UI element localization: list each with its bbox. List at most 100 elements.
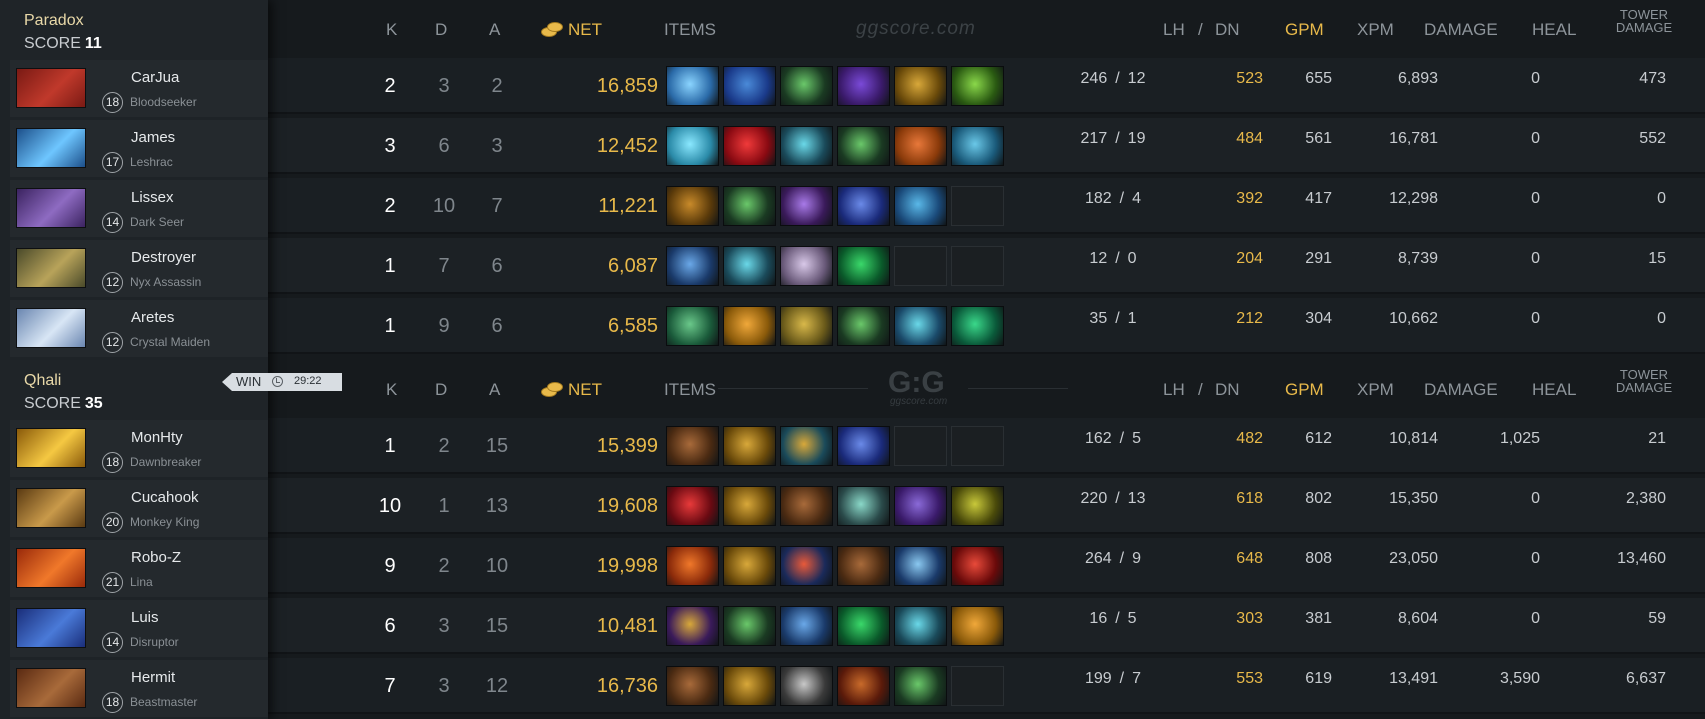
empty-item-slot[interactable] [951,666,1004,706]
net-worth-value: 19,608 [596,495,658,517]
item-icon[interactable] [837,246,890,286]
item-icon[interactable] [723,186,776,226]
denies-value: 7 [1132,670,1142,687]
watermark-logo: G:G [888,366,945,399]
item-icon[interactable] [780,246,833,286]
item-icon[interactable] [723,306,776,346]
item-icon[interactable] [894,606,947,646]
empty-item-slot[interactable] [951,186,1004,226]
item-icon[interactable] [837,66,890,106]
item-icon[interactable] [723,126,776,166]
player-card[interactable]: James 17 Leshrac [10,120,268,177]
item-icon[interactable] [894,546,947,586]
item-icon[interactable] [780,306,833,346]
player-name[interactable]: Cucahook [131,489,199,506]
item-icon[interactable] [837,186,890,226]
item-icon[interactable] [837,606,890,646]
player-name[interactable]: Robo-Z [131,549,181,566]
empty-item-slot[interactable] [894,426,947,466]
player-card[interactable]: MonHty 18 Dawnbreaker [10,420,268,477]
last-hits-value: 217 [1080,130,1108,147]
player-name[interactable]: Lissex [131,189,174,206]
player-card[interactable]: Cucahook 20 Monkey King [10,480,268,537]
player-name[interactable]: Aretes [131,309,174,326]
item-icon[interactable] [780,186,833,226]
item-icon[interactable] [837,486,890,526]
item-icon[interactable] [780,486,833,526]
lh-dn-value: 162 / 5 [1058,430,1168,448]
empty-item-slot[interactable] [951,246,1004,286]
item-icon[interactable] [837,666,890,706]
item-icon[interactable] [780,606,833,646]
player-card[interactable]: CarJua 18 Bloodseeker [10,60,268,117]
tower-damage-value: 13,460 [1617,550,1666,567]
item-icon[interactable] [666,666,719,706]
denies-value: 13 [1127,490,1146,507]
player-name[interactable]: CarJua [131,69,179,86]
player-card[interactable]: Destroyer 12 Nyx Assassin [10,240,268,297]
item-icon[interactable] [666,66,719,106]
item-icon[interactable] [894,186,947,226]
item-icon[interactable] [780,126,833,166]
item-icon[interactable] [780,666,833,706]
item-icon[interactable] [894,306,947,346]
player-card[interactable]: Robo-Z 21 Lina [10,540,268,597]
item-icon[interactable] [723,66,776,106]
empty-item-slot[interactable] [951,426,1004,466]
item-icon[interactable] [780,426,833,466]
deaths-value: 10 [432,195,456,217]
item-icon[interactable] [951,66,1004,106]
assists-value: 6 [491,315,503,337]
deaths-value: 1 [438,495,450,517]
player-card[interactable]: Hermit 18 Beastmaster [10,660,268,717]
item-icon[interactable] [837,126,890,166]
item-icon[interactable] [666,486,719,526]
hero-name: Disruptor [130,635,179,649]
item-icon[interactable] [723,606,776,646]
player-card[interactable]: Aretes 12 Crystal Maiden [10,300,268,357]
item-icon[interactable] [837,306,890,346]
tower-damage-value: 0 [1657,190,1666,207]
clock-icon [272,376,283,387]
item-icon[interactable] [723,426,776,466]
item-icon[interactable] [723,666,776,706]
item-icon[interactable] [837,546,890,586]
item-icon[interactable] [837,426,890,466]
item-icon[interactable] [780,546,833,586]
item-icon[interactable] [951,606,1004,646]
item-icon[interactable] [894,126,947,166]
heal-value: 0 [1531,490,1540,507]
tower-damage-value: 21 [1648,430,1666,447]
item-icon[interactable] [666,546,719,586]
hero-portrait-icon [16,188,86,228]
item-icon[interactable] [666,606,719,646]
player-card[interactable]: Lissex 14 Dark Seer [10,180,268,237]
empty-item-slot[interactable] [894,246,947,286]
gpm-value: 553 [1236,670,1263,687]
item-icon[interactable] [951,546,1004,586]
item-icon[interactable] [723,246,776,286]
item-icon[interactable] [666,186,719,226]
item-icon[interactable] [666,246,719,286]
player-name[interactable]: MonHty [131,429,183,446]
item-icon[interactable] [780,66,833,106]
player-name[interactable]: Destroyer [131,249,196,266]
item-icon[interactable] [951,126,1004,166]
item-icon[interactable] [666,306,719,346]
xpm-value: 619 [1305,670,1332,687]
item-icon[interactable] [894,486,947,526]
item-icon[interactable] [723,486,776,526]
item-icon[interactable] [894,666,947,706]
item-icon[interactable] [723,546,776,586]
player-name[interactable]: James [131,129,175,146]
denies-value: 0 [1127,250,1137,267]
item-icon[interactable] [894,66,947,106]
item-icon[interactable] [951,306,1004,346]
player-name[interactable]: Luis [131,609,159,626]
item-icon[interactable] [951,486,1004,526]
player-name[interactable]: Hermit [131,669,175,686]
player-card[interactable]: Luis 14 Disruptor [10,600,268,657]
item-icon[interactable] [666,426,719,466]
item-icon[interactable] [666,126,719,166]
kills-value: 7 [384,675,396,697]
